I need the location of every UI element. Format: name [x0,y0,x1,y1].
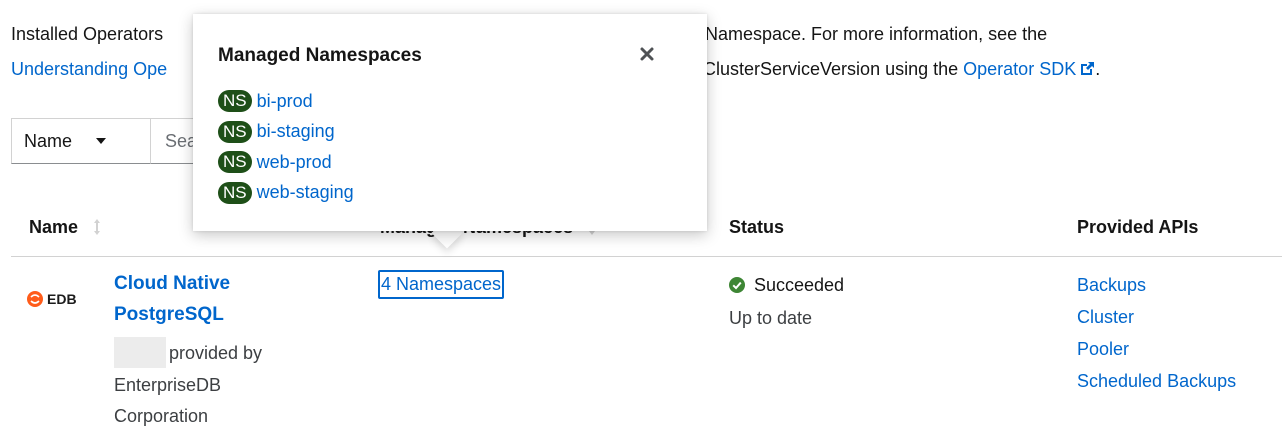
understanding-operators-link[interactable]: Understanding Ope [11,59,167,79]
status-detail: Up to date [729,308,813,328]
status-cell: Succeeded [729,270,844,301]
close-icon[interactable] [637,44,657,64]
managed-namespaces-popover: Managed Namespaces NS bi-prod NS bi-stag… [193,14,707,231]
operator-sdk-link[interactable]: Operator SDK [963,59,1095,79]
api-link-backups[interactable]: Backups [1077,275,1146,295]
namespace-list: NS bi-prod NS bi-staging NS web-prod NS … [218,86,354,208]
api-link-pooler[interactable]: Pooler [1077,339,1129,359]
column-header-name-label: Name [29,217,79,237]
header-divider [11,256,1282,257]
edb-logo: EDB [27,291,77,307]
edb-logo-text: EDB [47,291,77,307]
operator-provider: provided by EnterpriseDB Corporation [114,338,304,433]
external-link-icon [1081,62,1095,75]
description-line-1: Installed Operators [11,18,163,50]
provided-apis-list: Backups Cluster Pooler Scheduled Backups [1077,269,1236,397]
popover-title: Managed Namespaces [218,45,422,66]
description-line-2-continued: ClusterServiceVersion using the Operator… [703,53,1100,85]
sort-icon[interactable] [92,218,102,236]
column-header-name[interactable]: Name [29,212,102,242]
description-line-1-continued: s Namespace. For more information, see t… [691,24,1048,44]
namespace-link-bi-prod[interactable]: bi-prod [257,91,313,112]
operator-sdk-link-label: Operator SDK [963,59,1077,79]
column-header-provided-apis: Provided APIs [1077,217,1199,237]
description-text: Installed Operators [11,24,164,44]
api-link-scheduled-backups[interactable]: Scheduled Backups [1077,371,1236,391]
check-circle-icon [729,277,745,293]
namespace-link-web-staging[interactable]: web-staging [257,182,354,203]
filter-type-value: Name [24,130,73,151]
description-text-2: ClusterServiceVersion using the [703,59,959,79]
status-text: Succeeded [754,275,845,295]
caret-down-icon [96,138,107,144]
namespace-badge: NS [218,181,252,204]
api-link-cluster[interactable]: Cluster [1077,307,1134,327]
namespace-link-web-prod[interactable]: web-prod [257,152,332,173]
description-line-2: Understanding Ope [11,53,167,85]
provider-name: EnterpriseDB Corporation [114,374,222,427]
namespace-badge: NS [218,120,252,143]
description-period: . [1095,59,1101,79]
filter-type-select[interactable]: Name [11,118,151,164]
list-item: NS bi-staging [218,117,354,148]
namespace-link-bi-staging[interactable]: bi-staging [257,121,335,142]
list-item: NS web-prod [218,147,354,178]
list-item: NS bi-prod [218,86,354,117]
provider-prefix: provided by [169,343,263,363]
managed-namespaces-button[interactable]: 4 Namespaces [378,270,505,299]
column-header-status: Status [729,217,785,237]
namespace-badge: NS [218,90,252,113]
operator-name-link[interactable]: Cloud Native PostgreSQL [114,268,294,330]
namespace-badge: NS [218,151,252,174]
list-item: NS web-staging [218,178,354,209]
